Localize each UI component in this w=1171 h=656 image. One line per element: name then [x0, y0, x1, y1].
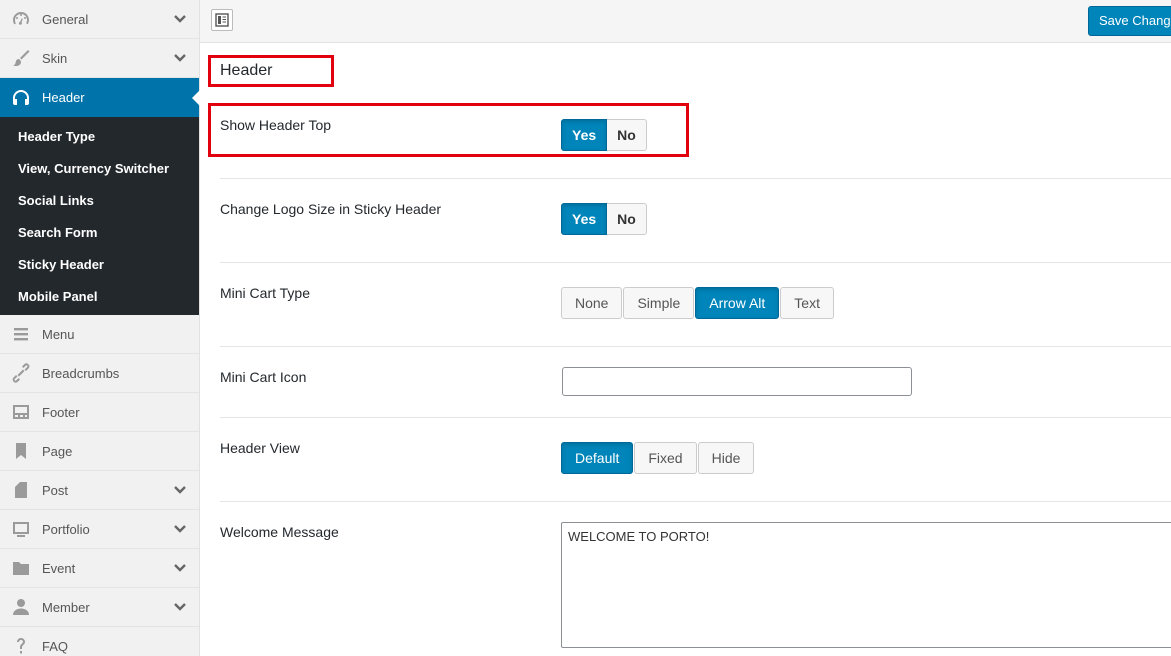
divider — [220, 262, 1171, 263]
chevron-down-icon[interactable] — [173, 522, 187, 536]
sidebar-item-label: Post — [42, 482, 69, 498]
sidebar-item-label: Skin — [42, 50, 68, 66]
main-content: Header Show Header Top Yes No Change Log… — [200, 44, 1171, 656]
sidebar-item-post[interactable]: Post — [0, 471, 199, 510]
option-fixed-button[interactable]: Fixed — [634, 442, 697, 474]
sidebar-item-event[interactable]: Event — [0, 549, 199, 588]
sidebar-item-footer[interactable]: Footer — [0, 393, 199, 432]
yes-button[interactable]: Yes — [561, 203, 608, 235]
sidebar-item-menu[interactable]: Menu — [0, 315, 199, 354]
sidebar-item-member[interactable]: Member — [0, 588, 199, 627]
sidebar-item-skin[interactable]: Skin — [0, 39, 199, 78]
link-icon — [10, 363, 32, 383]
divider — [220, 417, 1171, 418]
header-view-label: Header View — [220, 440, 300, 456]
option-text-button[interactable]: Text — [780, 287, 834, 319]
user-icon — [10, 597, 32, 617]
sidebar-item-label: Page — [42, 443, 73, 459]
sidebar-item-label: Member — [42, 599, 90, 615]
sidebar-item-label: Footer — [42, 404, 80, 420]
dashboard-icon — [10, 9, 32, 29]
chevron-down-icon[interactable] — [173, 600, 187, 614]
layout-toggle-button[interactable] — [211, 9, 233, 31]
sidebar-item-label: Header — [42, 90, 85, 105]
sidebar-item-label: Event — [42, 560, 76, 576]
highlight-box — [208, 55, 334, 87]
divider — [220, 346, 1171, 347]
highlight-box — [208, 103, 689, 157]
document-icon — [10, 480, 32, 500]
option-hide-button[interactable]: Hide — [697, 442, 755, 474]
sidebar-item-faq[interactable]: FAQ — [0, 627, 199, 656]
sidebar-item-label: Portfolio — [42, 521, 90, 537]
sidebar-item-label: Menu — [42, 326, 75, 342]
header-view-options: Default Fixed Hide — [561, 442, 755, 474]
sidebar-item-header[interactable]: Header — [0, 78, 200, 117]
mini-cart-type-options: None Simple Arrow Alt Text — [561, 287, 835, 319]
change-logo-size-label: Change Logo Size in Sticky Header — [220, 201, 442, 217]
bookmark-icon — [10, 441, 32, 461]
submenu-item[interactable]: Social Links — [0, 185, 199, 217]
layout-icon — [215, 13, 229, 27]
header-submenu: Header Type View, Currency Switcher Soci… — [0, 117, 199, 315]
sidebar-item-general[interactable]: General — [0, 0, 199, 39]
menu-icon — [10, 324, 32, 344]
sidebar-item-label: Breadcrumbs — [42, 365, 120, 381]
headphones-icon — [10, 88, 32, 108]
sidebar-item-page[interactable]: Page — [0, 432, 199, 471]
footer-icon — [10, 402, 32, 422]
question-icon — [10, 636, 32, 656]
submenu-item[interactable]: Header Type — [0, 121, 199, 153]
no-button[interactable]: No — [607, 203, 647, 235]
option-arrow-alt-button[interactable]: Arrow Alt — [695, 287, 780, 319]
topbar: Save Changes — [200, 0, 1171, 43]
option-none-button[interactable]: None — [561, 287, 623, 319]
sidebar-item-label: FAQ — [42, 638, 69, 654]
submenu-item[interactable]: Mobile Panel — [0, 281, 199, 313]
sidebar-item-portfolio[interactable]: Portfolio — [0, 510, 199, 549]
option-default-button[interactable]: Default — [561, 442, 634, 474]
divider — [220, 501, 1171, 502]
submenu-item[interactable]: View, Currency Switcher — [0, 153, 199, 185]
sidebar: General Skin Header Header Type View, Cu… — [0, 0, 200, 656]
sidebar-item-breadcrumbs[interactable]: Breadcrumbs — [0, 354, 199, 393]
option-simple-button[interactable]: Simple — [623, 287, 695, 319]
chevron-down-icon[interactable] — [173, 51, 187, 65]
folder-icon — [10, 558, 32, 578]
divider — [220, 178, 1171, 179]
mini-cart-type-label: Mini Cart Type — [220, 285, 310, 301]
submenu-item[interactable]: Sticky Header — [0, 249, 199, 281]
brush-icon — [10, 48, 32, 68]
submenu-item[interactable]: Search Form — [0, 217, 199, 249]
chevron-down-icon[interactable] — [173, 483, 187, 497]
sidebar-item-label: General — [42, 11, 89, 27]
portfolio-icon — [10, 519, 32, 539]
change-logo-size-toggle: Yes No — [561, 203, 647, 235]
mini-cart-icon-label: Mini Cart Icon — [220, 369, 307, 385]
save-changes-button[interactable]: Save Changes — [1088, 6, 1171, 36]
mini-cart-icon-input[interactable] — [562, 367, 912, 396]
welcome-message-textarea[interactable]: WELCOME TO PORTO! — [561, 522, 1171, 648]
chevron-down-icon[interactable] — [173, 12, 187, 26]
chevron-down-icon[interactable] — [173, 561, 187, 575]
welcome-message-label: Welcome Message — [220, 524, 339, 540]
